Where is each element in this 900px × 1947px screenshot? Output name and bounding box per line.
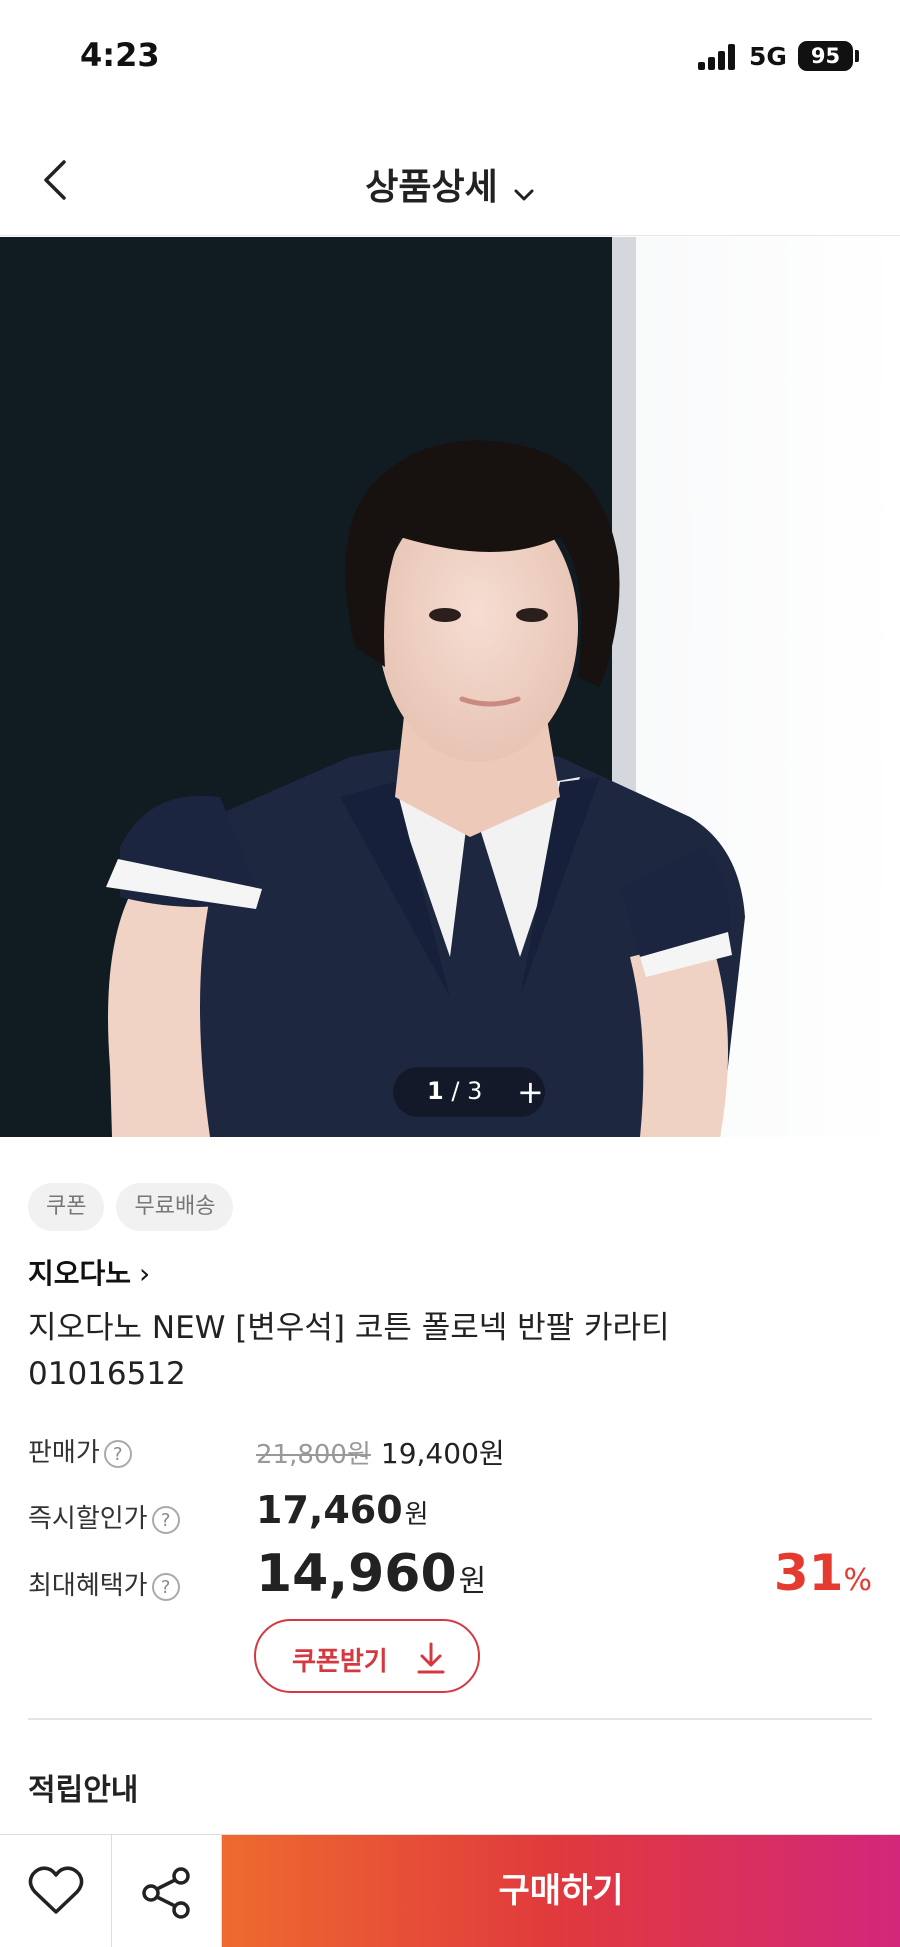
buy-button[interactable]: 구매하기 bbox=[222, 1835, 900, 1947]
battery-tip bbox=[855, 50, 859, 62]
instant-price-number: 17,460 bbox=[256, 1488, 403, 1532]
get-coupon-button[interactable]: 쿠폰받기 bbox=[254, 1619, 480, 1693]
benefit-chips: 쿠폰 무료배송 bbox=[28, 1183, 234, 1231]
brand-name: 지오다노 bbox=[28, 1257, 132, 1290]
page-header: 상품상세 bbox=[0, 130, 900, 236]
wishlist-button[interactable] bbox=[0, 1835, 112, 1947]
instant-price-value: 17,460원 bbox=[256, 1488, 429, 1532]
original-price: 21,800원 bbox=[256, 1440, 371, 1470]
currency-unit: 원 bbox=[404, 1500, 429, 1530]
plus-icon[interactable]: + bbox=[517, 1073, 544, 1111]
help-icon[interactable]: ? bbox=[151, 1505, 180, 1534]
product-image-carousel[interactable]: 1 / 3 + bbox=[0, 237, 900, 1137]
brand-link[interactable]: 지오다노 › bbox=[28, 1252, 150, 1292]
status-bar: 4:23 5G 95 bbox=[0, 0, 900, 110]
header-title-dropdown[interactable]: 상품상세 bbox=[0, 158, 900, 210]
help-icon[interactable]: ? bbox=[103, 1439, 132, 1468]
share-icon bbox=[142, 1867, 190, 1919]
chip-free-shipping: 무료배송 bbox=[116, 1183, 234, 1231]
sale-price: 19,400원 bbox=[380, 1437, 505, 1470]
divider bbox=[28, 1718, 872, 1720]
discount-rate: 31% bbox=[774, 1544, 872, 1602]
points-info-title: 적립안내 bbox=[28, 1773, 139, 1808]
image-pager[interactable]: 1 / 3 + bbox=[393, 1067, 545, 1117]
bottom-action-bar: 구매하기 bbox=[0, 1834, 900, 1947]
coupon-button-label: 쿠폰받기 bbox=[292, 1647, 388, 1677]
product-name-line1: 지오다노 NEW [변우석] 코튼 폴로넥 반팔 카라티 bbox=[28, 1310, 670, 1346]
instant-price-label: 즉시할인가? bbox=[28, 1498, 180, 1535]
product-photo bbox=[0, 237, 900, 1137]
pager-count: 1 / 3 bbox=[427, 1077, 483, 1105]
currency-unit: 원 bbox=[458, 1564, 487, 1599]
network-label: 5G bbox=[749, 42, 787, 71]
max-benefit-price-value: 14,960원 bbox=[256, 1544, 486, 1604]
chevron-right-icon: › bbox=[139, 1257, 151, 1290]
discount-percent: % bbox=[843, 1563, 872, 1598]
heart-icon bbox=[28, 1866, 84, 1914]
help-icon[interactable]: ? bbox=[151, 1572, 180, 1601]
sale-price-value: 21,800원 19,400원 bbox=[256, 1432, 505, 1472]
signal-icon bbox=[698, 44, 738, 70]
share-button[interactable] bbox=[112, 1835, 222, 1947]
max-benefit-price-label: 최대혜택가? bbox=[28, 1565, 180, 1602]
chevron-down-icon bbox=[514, 189, 534, 200]
max-benefit-price-number: 14,960 bbox=[256, 1544, 457, 1604]
chip-coupon: 쿠폰 bbox=[28, 1183, 105, 1231]
status-time: 4:23 bbox=[80, 36, 160, 74]
product-code: 01016512 bbox=[28, 1356, 186, 1392]
page-title: 상품상세 bbox=[365, 167, 498, 208]
download-icon bbox=[417, 1642, 445, 1674]
discount-number: 31 bbox=[773, 1544, 844, 1602]
battery-icon: 95 bbox=[798, 41, 853, 71]
product-name: 지오다노 NEW [변우석] 코튼 폴로넥 반팔 카라티 01016512 bbox=[28, 1305, 788, 1397]
sale-price-label: 판매가? bbox=[28, 1432, 132, 1469]
